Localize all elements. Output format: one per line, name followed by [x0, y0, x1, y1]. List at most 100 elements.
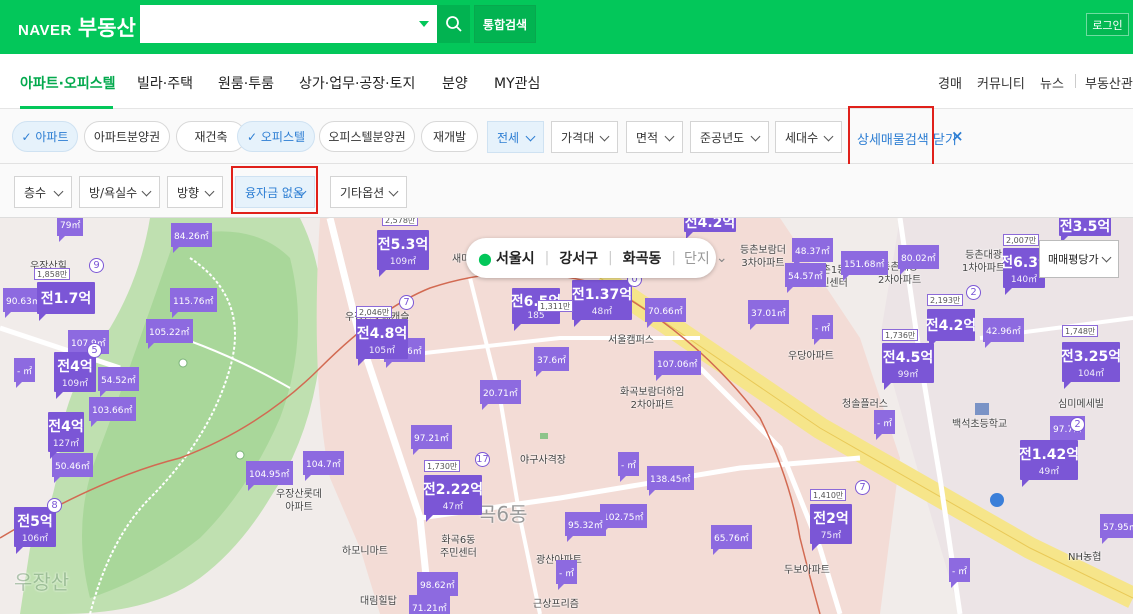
listing-marker-small[interactable]: 54.57㎡ — [785, 263, 826, 293]
listing-marker-small[interactable]: 107.06㎡ — [654, 351, 701, 381]
search-dropdown-icon[interactable] — [419, 21, 429, 27]
map-label: 등촌보람더 3차아파트 — [740, 244, 786, 270]
listing-marker-small[interactable]: - ㎡ — [556, 560, 578, 590]
listing-marker-small[interactable]: 50.46㎡ — [52, 453, 93, 483]
map-view[interactable]: 우장산롯데캐슬 우장산롯데 아파트 화곡보람더하임 2차아파트 야구사격장 화곡… — [0, 218, 1133, 614]
listing-marker-small[interactable]: 105.22㎡ — [146, 319, 193, 349]
listing-marker[interactable]: 전4.8억 105㎡ — [356, 319, 408, 366]
listing-marker-small[interactable]: - ㎡ — [618, 452, 640, 482]
listing-marker[interactable]: 전4.5억 99㎡ — [882, 343, 934, 390]
dropdown-deal-type[interactable]: 전세 — [487, 121, 544, 153]
search-icon — [445, 16, 462, 32]
search-button[interactable] — [437, 5, 470, 43]
nav-my-interest[interactable]: MY관심 — [494, 73, 540, 93]
nav-community[interactable]: 커뮤니티 — [977, 73, 1025, 92]
listing-marker-small[interactable]: 104.7㎡ — [303, 451, 344, 481]
login-button[interactable]: 로그인 — [1086, 13, 1129, 36]
listing-marker-small[interactable]: 98.62㎡ — [417, 572, 458, 602]
location-district[interactable]: 강서구 — [559, 248, 598, 268]
listing-marker-small[interactable]: 151.68㎡ — [841, 251, 888, 281]
location-city[interactable]: 서울시 — [496, 248, 535, 268]
nav-commercial[interactable]: 상가·업무·공장·토지 — [299, 73, 415, 93]
search-field[interactable] — [140, 5, 437, 43]
listing-marker[interactable]: 전1.42억 49㎡ — [1019, 440, 1079, 487]
listing-marker[interactable]: 전5억 106㎡ — [14, 507, 56, 554]
listing-marker-small[interactable]: 79㎡ — [57, 218, 84, 242]
listing-marker[interactable]: 전4억 127㎡ — [48, 412, 84, 459]
nav-presale[interactable]: 분양 — [442, 73, 468, 93]
nav-management[interactable]: 부동산관리 — [1085, 73, 1133, 92]
listing-marker-small[interactable]: 20.71㎡ — [480, 380, 521, 410]
main-nav: 아파트·오피스텔 빌라·주택 원룸·투룸 상가·업무·공장·토지 분양 MY관심… — [0, 54, 1133, 109]
listing-marker[interactable]: 전3.25억 104㎡ — [1061, 342, 1121, 389]
listing-marker-small[interactable]: 37.6㎡ — [534, 347, 570, 377]
listing-marker-small[interactable]: 54.52㎡ — [98, 367, 139, 397]
chip-reconstruction[interactable]: 재건축 — [176, 121, 246, 152]
listing-marker-small[interactable]: 97.21㎡ — [411, 425, 452, 455]
listing-marker[interactable]: 전2억 75㎡ — [810, 504, 852, 551]
dropdown-households[interactable]: 세대수 — [775, 121, 842, 153]
chip-officetel[interactable]: ✓ 오피스텔 — [237, 121, 315, 152]
location-dong[interactable]: 화곡동 — [623, 248, 662, 268]
dropdown-rooms[interactable]: 방/욕실수 — [79, 176, 160, 208]
listing-marker-small[interactable]: 84.26㎡ — [171, 223, 212, 253]
listing-marker-small[interactable]: - ㎡ — [949, 558, 971, 588]
listing-marker[interactable]: 전1.7억 — [37, 282, 95, 321]
marker-price: 전4억 — [48, 418, 84, 435]
listing-marker-small[interactable]: 71.21㎡ — [409, 595, 450, 614]
listing-marker-small[interactable]: - ㎡ — [874, 410, 896, 440]
location-breadcrumb[interactable]: ● 서울시 | 강서구 | 화곡동 | 단지 ⌄ — [466, 238, 728, 278]
listing-marker[interactable]: 전2.22억 47㎡ — [423, 475, 483, 522]
listing-marker-small[interactable]: 138.45㎡ — [647, 466, 694, 496]
map-label-text: 우장산롯데 아파트 — [276, 489, 322, 513]
marker-unit-price: 1,736만 — [882, 329, 919, 341]
dropdown-direction[interactable]: 방향 — [167, 176, 223, 208]
listing-marker[interactable]: 전4억 109㎡ — [54, 352, 96, 399]
listing-marker-small[interactable]: 57.95㎡ — [1100, 514, 1133, 544]
listing-marker-small[interactable]: 80.02㎡ — [898, 245, 939, 275]
chip-apartment[interactable]: ✓ 아파트 — [12, 121, 78, 152]
close-icon[interactable]: × — [951, 127, 964, 145]
nav-apartment-officetel[interactable]: 아파트·오피스텔 — [20, 73, 115, 93]
chip-apartment-presale[interactable]: 아파트분양권 — [84, 121, 170, 152]
dropdown-other-options[interactable]: 기타옵션 — [330, 176, 407, 208]
chevron-down-icon[interactable]: ⌄ — [716, 250, 728, 266]
nav-oneroom[interactable]: 원룸·투룸 — [218, 73, 274, 93]
listing-marker-small[interactable]: 48.37㎡ — [792, 238, 833, 268]
chip-officetel-presale[interactable]: 오피스텔분양권 — [319, 121, 415, 152]
listing-marker-small[interactable]: 37.01㎡ — [748, 300, 789, 330]
dropdown-price[interactable]: 가격대 — [551, 121, 618, 153]
listing-marker-small[interactable]: 42.96㎡ — [983, 318, 1024, 348]
search-input[interactable] — [140, 5, 410, 43]
marker-unit-price: 1,858만 — [34, 268, 71, 280]
naver-realestate-logo[interactable]: NAVER 부동산 — [18, 12, 136, 42]
listing-marker[interactable]: 전4.2억 — [926, 309, 976, 348]
map-label: 야구사격장 — [520, 455, 566, 466]
listing-marker[interactable]: 전3.5억 — [1059, 218, 1111, 243]
listing-marker-small[interactable]: 102.75㎡ — [600, 504, 647, 534]
listing-marker[interactable]: 전4.2억 — [684, 218, 736, 239]
listing-marker-small[interactable]: 104.95㎡ — [246, 461, 293, 491]
check-icon: ✓ — [21, 129, 36, 144]
listing-marker-small[interactable]: 65.76㎡ — [711, 525, 752, 555]
dropdown-area[interactable]: 면적 — [626, 121, 683, 153]
listing-marker-small[interactable]: 115.76㎡ — [170, 288, 217, 318]
nav-news[interactable]: 뉴스 — [1040, 73, 1064, 92]
total-search-button[interactable]: 통합검색 — [474, 5, 536, 43]
price-sort-dropdown[interactable]: 매매평당가 — [1039, 240, 1119, 278]
listing-marker-small[interactable]: 103.66㎡ — [89, 397, 136, 427]
nav-auction[interactable]: 경매 — [938, 73, 962, 92]
listing-marker-small[interactable]: 95.32㎡ — [565, 512, 606, 542]
chip-redevelopment[interactable]: 재개발 — [421, 121, 478, 152]
map-label-text: 화곡6동 주민센터 — [440, 535, 477, 559]
listing-marker-small[interactable]: - ㎡ — [812, 315, 834, 345]
listing-marker[interactable]: 전1.37억 48㎡ — [572, 280, 632, 327]
listing-marker-small[interactable]: 70.66㎡ — [645, 298, 686, 328]
listing-marker[interactable]: 전5.3억 109㎡ — [377, 230, 429, 277]
dropdown-floor[interactable]: 층수 — [14, 176, 72, 208]
dropdown-build-year[interactable]: 준공년도 — [690, 121, 769, 153]
marker-unit-price: 2,193만 — [927, 294, 964, 306]
location-complex[interactable]: 단지 — [684, 248, 710, 268]
listing-marker-small[interactable]: - ㎡ — [14, 358, 36, 388]
nav-villa-house[interactable]: 빌라·주택 — [137, 73, 193, 93]
